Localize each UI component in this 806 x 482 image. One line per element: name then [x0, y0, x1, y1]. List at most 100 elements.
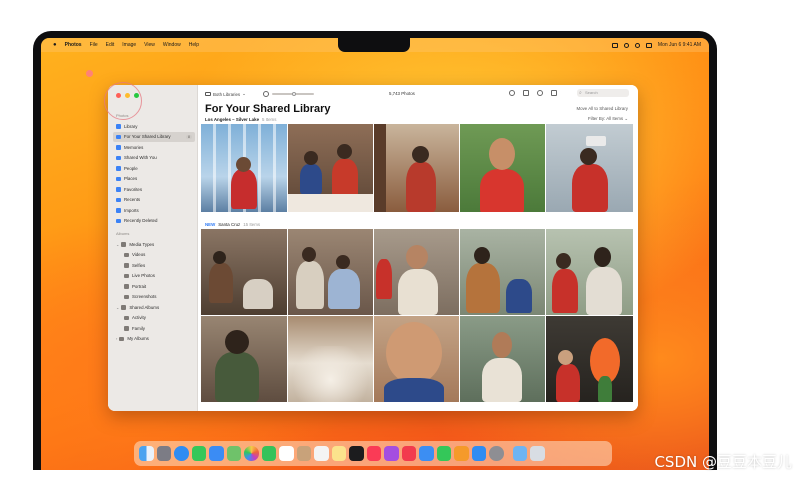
news-icon[interactable] — [401, 446, 416, 461]
chevron-down-icon[interactable]: ⌄ — [116, 305, 119, 310]
sidebar-item-favorites[interactable]: Favorites — [113, 184, 195, 195]
notes-icon[interactable] — [331, 446, 346, 461]
safari-icon[interactable] — [174, 446, 189, 461]
control-center-icon[interactable] — [645, 42, 652, 48]
calendar-icon[interactable] — [279, 446, 294, 461]
photo-thumbnail[interactable] — [201, 316, 287, 402]
wifi-icon[interactable] — [623, 42, 629, 48]
search-icon[interactable] — [634, 42, 640, 48]
sidebar-item-family[interactable]: Family — [113, 323, 195, 334]
music-icon[interactable] — [366, 446, 381, 461]
zoom-track[interactable] — [272, 91, 314, 96]
apple-menu-icon[interactable]: ● — [53, 42, 57, 48]
sidebar-item-selfies[interactable]: Selfies — [113, 260, 195, 271]
photo-thumbnail[interactable] — [374, 316, 459, 402]
heart-icon[interactable] — [537, 90, 543, 96]
sidebar-item-live-photos[interactable]: Live Photos — [113, 271, 195, 282]
trash-icon[interactable] — [530, 446, 545, 461]
menu-window[interactable]: Window — [163, 42, 181, 48]
photo-thumbnail[interactable] — [288, 229, 373, 315]
photos-icon[interactable] — [244, 446, 259, 461]
mail-icon[interactable] — [209, 446, 224, 461]
zoom-out-icon[interactable] — [263, 91, 269, 97]
sidebar-item-memories[interactable]: Memories — [113, 142, 195, 153]
zoom-knob[interactable] — [292, 91, 296, 96]
sidebar-item-for-your-shared-library[interactable]: For Your Shared Library 8 — [113, 131, 195, 142]
folder-icon[interactable] — [512, 446, 527, 461]
move-all-button[interactable]: Move All to Shared Library — [577, 106, 629, 111]
filter-menu[interactable]: Filter By: All Items ⌄ — [588, 116, 628, 122]
sidebar-item-badge: 8 — [185, 134, 192, 139]
photo-thumbnail[interactable] — [546, 229, 633, 315]
sidebar-item-portrait[interactable]: Portrait — [113, 281, 195, 292]
sidebar-item-people[interactable]: People — [113, 163, 195, 174]
photo-thumbnail[interactable] — [460, 316, 545, 402]
system-settings-icon[interactable] — [489, 446, 504, 461]
menu-bar-clock[interactable]: Mon Jun 6 9:41 AM — [658, 42, 701, 48]
share-icon[interactable] — [523, 90, 529, 96]
search-input[interactable]: Search — [577, 89, 629, 97]
photo-thumbnail[interactable] — [374, 229, 459, 315]
menu-edit[interactable]: Edit — [106, 42, 115, 48]
chevron-down-icon[interactable]: ⌄ — [116, 242, 119, 247]
sidebar-group-my-albums[interactable]: › My Albums — [113, 334, 195, 345]
sidebar-item-recently-deleted[interactable]: Recently Deleted — [113, 216, 195, 227]
folder-icon — [121, 242, 127, 247]
photo-thumbnail[interactable] — [201, 124, 287, 212]
dock — [134, 441, 612, 466]
keynote-icon[interactable] — [419, 446, 434, 461]
sidebar-item-shared-with-you[interactable]: Shared With You — [113, 153, 195, 164]
sidebar-item-videos[interactable]: Videos — [113, 250, 195, 261]
activity-icon — [124, 315, 129, 320]
library-picker[interactable]: Both Libraries ⌄ — [205, 91, 246, 97]
pages-icon[interactable] — [454, 446, 469, 461]
maps-icon[interactable] — [226, 446, 241, 461]
photo-thumbnail[interactable] — [546, 124, 633, 212]
photo-thumbnail[interactable] — [460, 229, 545, 315]
facetime-icon[interactable] — [261, 446, 276, 461]
sidebar-item-screenshots[interactable]: Screenshots — [113, 292, 195, 303]
messages-icon[interactable] — [191, 446, 206, 461]
sidebar-item-label: Favorites — [124, 186, 143, 192]
sidebar-group-shared-albums[interactable]: ⌄ Shared Albums — [113, 302, 195, 313]
photo-thumbnail[interactable] — [546, 316, 633, 402]
photo-thumbnail[interactable] — [201, 229, 287, 315]
photo-thumbnail[interactable] — [288, 124, 373, 212]
filter-label: Filter By: All Items — [587, 116, 624, 121]
library-icon — [116, 124, 121, 129]
sidebar-item-recents[interactable]: Recents — [113, 195, 195, 206]
menu-app-name[interactable]: Photos — [65, 42, 82, 48]
info-icon[interactable] — [509, 90, 515, 96]
launchpad-icon[interactable] — [156, 446, 171, 461]
people-icon — [116, 166, 121, 171]
menu-image[interactable]: Image — [122, 42, 136, 48]
rotate-icon[interactable] — [551, 90, 557, 96]
screenshot-icon — [124, 294, 129, 299]
sidebar-item-imports[interactable]: Imports — [113, 205, 195, 216]
zoom-slider[interactable] — [263, 91, 314, 97]
group-count: 5 Items — [262, 117, 277, 122]
reminders-icon[interactable] — [314, 446, 329, 461]
menu-file[interactable]: File — [90, 42, 98, 48]
sidebar-group-media-types[interactable]: ⌄ Media Types — [113, 239, 195, 250]
sidebar-item-library[interactable]: Library — [113, 121, 195, 132]
photo-thumbnail[interactable] — [374, 124, 459, 212]
tv-icon[interactable] — [349, 446, 364, 461]
battery-icon[interactable] — [611, 42, 618, 48]
photo-thumbnail[interactable] — [460, 124, 545, 212]
sidebar-item-label: Portrait — [132, 283, 147, 289]
app-store-icon[interactable] — [471, 446, 486, 461]
menu-view[interactable]: View — [144, 42, 155, 48]
family-icon — [124, 326, 129, 331]
sidebar-item-activity[interactable]: Activity — [113, 313, 195, 324]
contacts-icon[interactable] — [296, 446, 311, 461]
numbers-icon[interactable] — [436, 446, 451, 461]
photo-thumbnail[interactable] — [288, 316, 373, 402]
finder-icon[interactable] — [139, 446, 154, 461]
menu-help[interactable]: Help — [189, 42, 199, 48]
podcasts-icon[interactable] — [384, 446, 399, 461]
chevron-right-icon[interactable]: › — [116, 336, 117, 341]
sidebar-item-label: For Your Shared Library — [124, 134, 171, 140]
sidebar-item-places[interactable]: Places — [113, 174, 195, 185]
sidebar: Photos Library For Your Shared Library 8 … — [108, 85, 198, 411]
